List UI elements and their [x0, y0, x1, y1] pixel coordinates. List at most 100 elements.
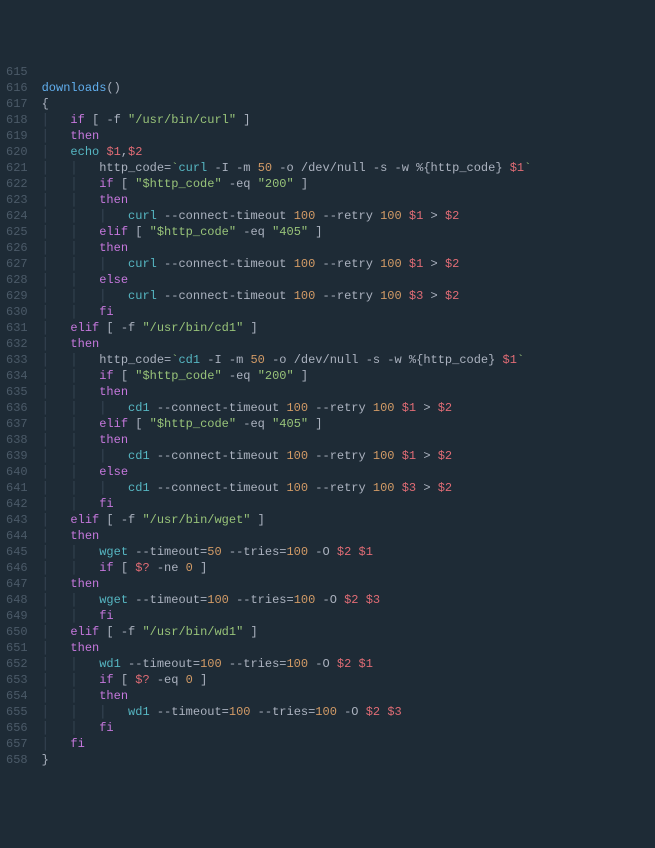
token-str: "$http_code": [150, 417, 236, 431]
token-var: $1: [409, 209, 423, 223]
code-editor[interactable]: 6156166176186196206216226236246256266276…: [0, 64, 655, 768]
token-op: --retry: [315, 209, 380, 223]
token-op: -O: [315, 593, 344, 607]
token-kw: then: [70, 129, 99, 143]
token-num: 0: [186, 561, 193, 575]
code-line: │ │ elif [ "$http_code" -eq "405" ]: [42, 224, 532, 240]
token-num: 100: [373, 481, 395, 495]
code-line: │ │ fi: [42, 496, 532, 512]
token-cmd: wget: [99, 593, 128, 607]
token-kw: then: [70, 641, 99, 655]
line-number: 623: [6, 192, 28, 208]
line-number: 637: [6, 416, 28, 432]
token-cmd: curl: [128, 289, 157, 303]
token-op: [: [99, 321, 121, 335]
token-op: --retry: [315, 289, 380, 303]
token-cmd: curl: [178, 161, 207, 175]
token-op: [: [128, 417, 150, 431]
token-op: [395, 401, 402, 415]
line-number: 616: [6, 80, 28, 96]
token-op: [402, 257, 409, 271]
code-line: │ if [ -f "/usr/bin/curl" ]: [42, 112, 532, 128]
token-op: -eq: [150, 673, 186, 687]
token-op: --connect-timeout: [157, 257, 294, 271]
token-op: [395, 481, 402, 495]
token-num: 100: [286, 657, 308, 671]
token-op: --timeout=: [121, 657, 200, 671]
token-num: 100: [286, 481, 308, 495]
token-op: -O: [308, 657, 337, 671]
line-number: 649: [6, 608, 28, 624]
line-number: 645: [6, 544, 28, 560]
token-op: [: [128, 225, 150, 239]
token-num: 100: [286, 449, 308, 463]
line-number: 650: [6, 624, 28, 640]
code-line: │ then: [42, 528, 532, 544]
token-op: [402, 209, 409, 223]
token-num: 100: [294, 257, 316, 271]
line-number: 643: [6, 512, 28, 528]
token-var: $1: [359, 657, 373, 671]
token-op: -f: [121, 625, 135, 639]
code-line: │ │ elif [ "$http_code" -eq "405" ]: [42, 416, 532, 432]
token-var: $2: [366, 705, 380, 719]
line-number: 635: [6, 384, 28, 400]
token-str: "/usr/bin/wd1": [142, 625, 243, 639]
token-cmd: wd1: [99, 657, 121, 671]
token-fn: downloads: [42, 81, 107, 95]
token-var: $1: [510, 161, 524, 175]
code-line: │ │ │ curl --connect-timeout 100 --retry…: [42, 288, 532, 304]
code-line: │ │ fi: [42, 720, 532, 736]
line-number: 627: [6, 256, 28, 272]
line-number: 653: [6, 672, 28, 688]
token-kw: then: [99, 385, 128, 399]
token-op: ]: [308, 417, 322, 431]
token-op: --timeout=: [128, 593, 207, 607]
token-op: ]: [294, 369, 308, 383]
token-num: 50: [207, 545, 221, 559]
token-var: $2: [344, 593, 358, 607]
token-num: 100: [373, 401, 395, 415]
line-number: 644: [6, 528, 28, 544]
code-line: │ │ │ curl --connect-timeout 100 --retry…: [42, 208, 532, 224]
token-op: --retry: [308, 481, 373, 495]
line-number: 615: [6, 64, 28, 80]
token-kw: then: [70, 337, 99, 351]
line-number: 656: [6, 720, 28, 736]
token-op: [395, 449, 402, 463]
token-kw: then: [99, 241, 128, 255]
token-op: >: [416, 401, 438, 415]
code-line: │ │ then: [42, 192, 532, 208]
code-line: [42, 64, 532, 80]
line-number: 647: [6, 576, 28, 592]
token-str: "405": [272, 225, 308, 239]
code-line: │ │ else: [42, 272, 532, 288]
token-num: 100: [286, 545, 308, 559]
token-op: >: [423, 209, 445, 223]
code-line: │ │ │ cd1 --connect-timeout 100 --retry …: [42, 480, 532, 496]
token-str: `: [517, 353, 524, 367]
token-op: [: [85, 113, 107, 127]
code-line: │ │ │ cd1 --connect-timeout 100 --retry …: [42, 400, 532, 416]
token-op: -eq: [236, 417, 272, 431]
line-number: 651: [6, 640, 28, 656]
token-var: $2: [438, 481, 452, 495]
token-var: $1: [359, 545, 373, 559]
token-str: `: [524, 161, 531, 175]
line-number: 640: [6, 464, 28, 480]
line-number: 631: [6, 320, 28, 336]
line-number: 652: [6, 656, 28, 672]
token-op: --connect-timeout: [150, 449, 287, 463]
token-kw: if: [99, 369, 113, 383]
code-line: │ │ wget --timeout=100 --tries=100 -O $2…: [42, 592, 532, 608]
line-number: 628: [6, 272, 28, 288]
token-op: --tries=: [250, 705, 315, 719]
token-var: $1: [503, 353, 517, 367]
token-op: -ne: [150, 561, 186, 575]
token-op: --tries=: [222, 657, 287, 671]
code-content[interactable]: downloads(){│ if [ -f "/usr/bin/curl" ]│…: [38, 64, 532, 768]
token-kw: if: [99, 177, 113, 191]
token-var: $3: [366, 593, 380, 607]
token-num: 100: [380, 289, 402, 303]
token-kw: fi: [99, 497, 113, 511]
